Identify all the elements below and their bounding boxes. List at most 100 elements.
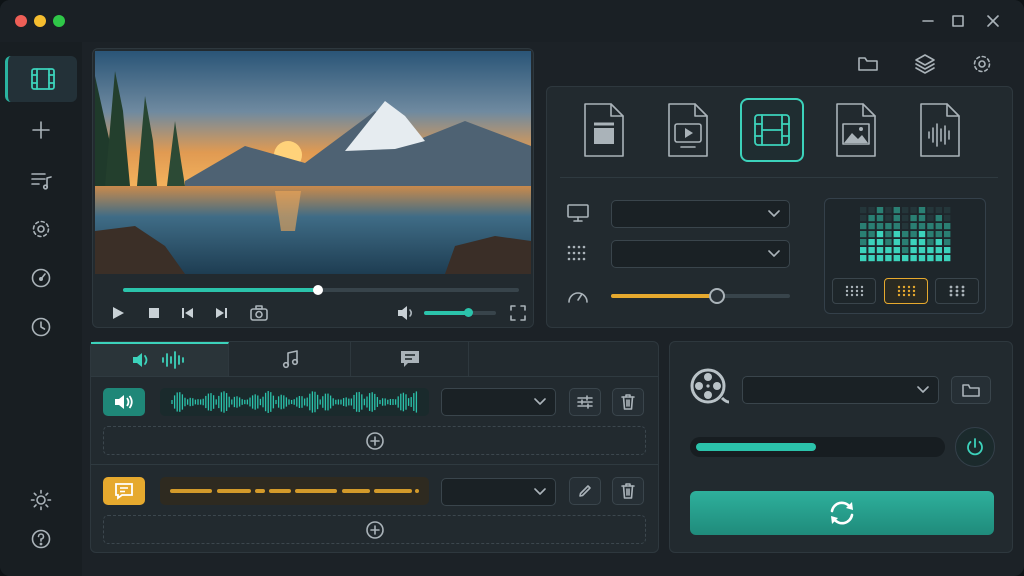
add-subtitle-track[interactable] <box>103 515 646 544</box>
preset-medium[interactable] <box>884 278 928 304</box>
zoom-light[interactable] <box>53 15 65 27</box>
eq-block <box>893 247 900 254</box>
subtitle-track-dropdown[interactable] <box>441 478 556 506</box>
sidebar-item-media[interactable] <box>5 56 77 102</box>
eq-block <box>868 223 875 230</box>
format-audio[interactable] <box>907 98 971 162</box>
sidebar-item-add[interactable] <box>5 107 77 153</box>
format-video-file[interactable] <box>571 98 635 162</box>
eq-block <box>868 207 875 214</box>
audio-waveform[interactable] <box>160 388 429 416</box>
eq-block <box>902 247 909 254</box>
minimize-light[interactable] <box>34 15 46 27</box>
sidebar-item-playlist[interactable] <box>5 157 77 203</box>
close-icon[interactable] <box>983 11 1003 31</box>
power-button[interactable] <box>955 427 995 467</box>
speed-slider-handle[interactable] <box>709 288 725 304</box>
tab-audio[interactable] <box>91 342 229 376</box>
eq-block <box>876 231 884 238</box>
tab-music[interactable] <box>229 342 351 376</box>
eq-block <box>927 207 934 214</box>
eq-block <box>885 239 892 246</box>
seek-handle[interactable] <box>313 285 323 295</box>
convert-button[interactable] <box>690 491 994 535</box>
volume-icon[interactable] <box>396 304 416 322</box>
audio-track-toggle[interactable] <box>103 388 145 416</box>
tab-subtitles[interactable] <box>351 342 469 376</box>
eq-block <box>868 215 875 222</box>
row-divider <box>91 464 658 465</box>
output-preset-dropdown[interactable] <box>742 376 939 404</box>
add-circle-icon <box>365 431 384 450</box>
seek-bar-track[interactable] <box>319 288 519 292</box>
quality-dropdown[interactable] <box>611 240 790 268</box>
add-audio-track[interactable] <box>103 426 646 455</box>
eq-block <box>944 215 951 222</box>
eq-block <box>935 223 942 230</box>
film-icon <box>754 114 790 146</box>
grid-dots-icon <box>567 245 586 261</box>
grid-small-icon <box>845 285 864 297</box>
brightness-icon <box>30 489 52 511</box>
speedometer-icon <box>568 292 588 303</box>
minimize-icon[interactable] <box>918 11 938 31</box>
format-screen-play[interactable] <box>655 98 719 162</box>
video-preview[interactable] <box>95 51 531 274</box>
eq-block <box>893 215 900 222</box>
subtitle-track-toggle[interactable] <box>103 477 145 505</box>
camera-icon[interactable] <box>249 304 269 322</box>
sidebar-item-history[interactable] <box>5 304 77 350</box>
film-icon <box>30 68 55 90</box>
chevron-down-icon <box>917 386 929 393</box>
subtitle-edit-button[interactable] <box>569 477 601 505</box>
skip-back-icon[interactable] <box>180 305 196 321</box>
volume-handle[interactable] <box>464 308 473 317</box>
sidebar-item-performance[interactable] <box>5 255 77 301</box>
volume-track[interactable] <box>470 311 496 315</box>
help-icon <box>31 529 51 549</box>
fullscreen-icon[interactable] <box>509 304 527 322</box>
close-light[interactable] <box>15 15 27 27</box>
format-film[interactable] <box>740 98 804 162</box>
resolution-dropdown[interactable] <box>611 200 790 228</box>
playlist-icon <box>31 173 52 190</box>
audio-delete-button[interactable] <box>612 388 644 416</box>
eq-block <box>885 247 892 254</box>
subtitle-timeline[interactable] <box>160 477 429 505</box>
audio-track-dropdown[interactable] <box>441 388 556 416</box>
film-reel-icon <box>690 368 729 404</box>
eq-block <box>935 247 942 254</box>
audio-settings-button[interactable] <box>569 388 601 416</box>
eq-block <box>918 231 926 238</box>
gear-icon[interactable] <box>971 53 993 75</box>
music-note-icon <box>282 350 298 369</box>
eq-block <box>927 231 934 238</box>
folder-icon[interactable] <box>857 53 879 75</box>
format-image[interactable] <box>823 98 887 162</box>
eq-block <box>893 223 900 230</box>
eq-block <box>885 215 892 222</box>
speed-slider-track[interactable] <box>717 294 790 298</box>
eq-block <box>902 215 909 222</box>
preset-small[interactable] <box>832 278 876 304</box>
gear-icon <box>32 220 50 238</box>
audio-file-icon <box>920 103 960 157</box>
eq-block <box>902 255 909 262</box>
preset-large[interactable] <box>935 278 979 304</box>
output-folder-button[interactable] <box>951 376 991 404</box>
eq-block <box>910 223 917 230</box>
play-icon[interactable] <box>110 305 126 321</box>
sliders-icon <box>577 395 593 409</box>
skip-forward-icon[interactable] <box>213 305 229 321</box>
layers-icon[interactable] <box>914 53 936 75</box>
subtitle-delete-button[interactable] <box>612 477 644 505</box>
help-button[interactable] <box>5 516 77 562</box>
folder-icon <box>962 384 980 397</box>
sidebar-item-settings[interactable] <box>5 206 77 252</box>
stop-icon[interactable] <box>146 305 162 321</box>
eq-block <box>876 255 884 262</box>
maximize-icon[interactable] <box>948 11 968 31</box>
eq-block <box>918 207 926 214</box>
trash-icon <box>621 483 635 499</box>
eq-block <box>918 215 926 222</box>
